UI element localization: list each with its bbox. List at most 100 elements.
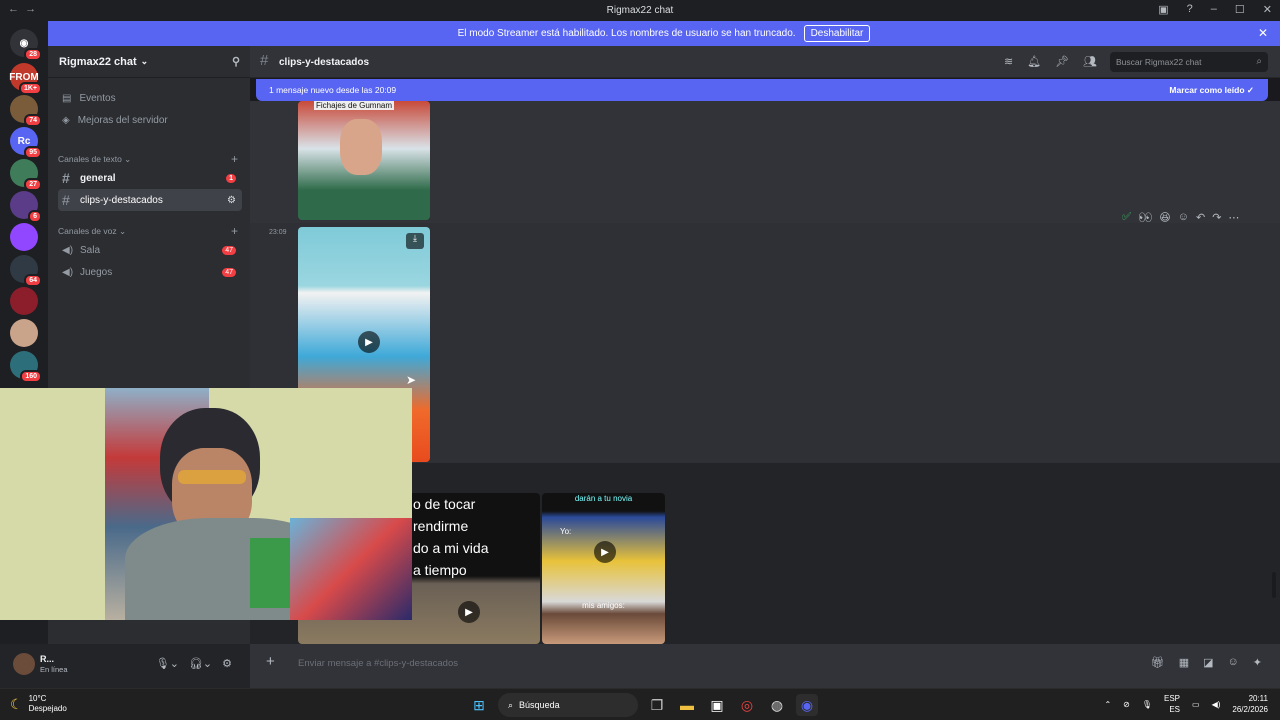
- more-icon[interactable]: ⋯: [1228, 211, 1239, 224]
- forward-icon[interactable]: ↷: [1212, 211, 1221, 224]
- mark-read-button[interactable]: Marcar como leído ✓: [1169, 85, 1254, 96]
- title-bar: ← → Rigmax22 chat ▣ ? – ☐ ✕: [0, 0, 1280, 21]
- server-icon[interactable]: Rc 95: [10, 127, 42, 159]
- hash-icon: #: [62, 192, 70, 208]
- taskbar-center: ⊞ ⌕ Búsqueda ❐ ▬ ▣ ◎ ◍ ◉: [468, 693, 818, 717]
- network-icon[interactable]: ⊘: [1123, 700, 1130, 709]
- reply-icon[interactable]: ↶: [1196, 211, 1205, 224]
- headphones-icon[interactable]: 🎧︎⌄: [189, 657, 212, 670]
- server-icon[interactable]: 74: [10, 95, 42, 127]
- bell-icon[interactable]: 🔔︎: [1027, 55, 1041, 68]
- server-header[interactable]: Rigmax22 chat ⌄ ⚲: [48, 46, 250, 78]
- message-timestamp: 23:09: [269, 229, 287, 236]
- sidebar-item-boosts[interactable]: ◈ Mejoras del servidor: [58, 109, 242, 131]
- new-messages-bar[interactable]: 1 mensaje nuevo desde las 20:09 Marcar c…: [256, 79, 1268, 101]
- minimize-button[interactable]: –: [1211, 3, 1217, 16]
- mouse-cursor-icon: ➤: [406, 373, 417, 387]
- play-icon[interactable]: ▶: [458, 601, 480, 623]
- avatar[interactable]: [13, 653, 35, 675]
- weather-widget[interactable]: ☾ 10°C Despejado: [10, 694, 67, 714]
- channel-general[interactable]: # general 1: [58, 167, 242, 189]
- server-icon[interactable]: 6: [10, 191, 42, 223]
- play-icon[interactable]: ▶: [594, 541, 616, 563]
- browser-icon[interactable]: ◍: [766, 694, 788, 716]
- apps-icon[interactable]: ✦: [1253, 656, 1262, 669]
- server-icon[interactable]: 27: [10, 159, 42, 191]
- discord-taskbar-icon[interactable]: ◉: [796, 694, 818, 716]
- invite-icon[interactable]: ⚲: [232, 55, 240, 68]
- close-button[interactable]: ✕: [1263, 3, 1272, 16]
- task-view-icon[interactable]: ❐: [646, 694, 668, 716]
- server-icon[interactable]: 160: [10, 351, 42, 383]
- home-button[interactable]: ◉ 28: [10, 29, 42, 61]
- sidebar-item-events[interactable]: ▤ Eventos: [58, 87, 242, 109]
- help-icon[interactable]: ?: [1187, 3, 1193, 16]
- server-badge: 27: [24, 178, 42, 191]
- channel-label: Juegos: [80, 266, 113, 278]
- file-explorer-icon[interactable]: ▬: [676, 694, 698, 716]
- store-icon[interactable]: ▣: [706, 694, 728, 716]
- sticker-icon[interactable]: ◪: [1203, 656, 1213, 669]
- server-badge: 6: [28, 210, 42, 223]
- taskbar-search-label: Búsqueda: [519, 700, 560, 710]
- add-channel-icon[interactable]: +: [231, 152, 238, 166]
- window-controls: ▣ ? – ☐ ✕: [1158, 3, 1272, 16]
- person-face: [340, 119, 382, 175]
- voice-category[interactable]: Canales de voz ⌄ +: [58, 224, 242, 238]
- clock[interactable]: 20:11 26/2/2026: [1232, 693, 1268, 715]
- disable-streamer-button[interactable]: Deshabilitar: [803, 25, 871, 42]
- emoji-icon[interactable]: ☺: [1228, 656, 1239, 669]
- chevron-up-icon[interactable]: ⌃: [1104, 700, 1111, 709]
- chrome-icon[interactable]: ◎: [736, 694, 758, 716]
- video-thumbnail-meme[interactable]: darán a tu novia Yo: mis amigos: ▶: [542, 493, 665, 644]
- threads-icon[interactable]: ≋: [1004, 55, 1013, 68]
- check-reaction-icon[interactable]: ✅︎: [1122, 211, 1131, 224]
- moon-icon: ☾: [10, 695, 23, 712]
- windows-taskbar: ☾ 10°C Despejado ⊞ ⌕ Búsqueda ❐ ▬ ▣ ◎ ◍ …: [0, 688, 1280, 720]
- channel-clips-y-destacados[interactable]: # clips-y-destacados ⚙: [58, 189, 242, 211]
- language-indicator[interactable]: ESP ES: [1164, 693, 1180, 715]
- start-icon[interactable]: ⊞: [468, 694, 490, 716]
- voice-channel-sala[interactable]: ◀) Sala 47: [58, 239, 242, 261]
- mic-tray-icon[interactable]: 🎙︎: [1142, 700, 1152, 709]
- eyes-reaction-icon[interactable]: 👀︎: [1138, 211, 1152, 224]
- add-attachment-icon[interactable]: +: [266, 653, 275, 670]
- search-icon: ⌕: [1256, 56, 1262, 67]
- scrollbar-thumb[interactable]: [1272, 572, 1276, 598]
- video-text-line: rendirme: [413, 518, 469, 534]
- laugh-reaction-icon[interactable]: 😆︎: [1159, 211, 1170, 224]
- server-badge: 160: [20, 370, 42, 383]
- message-input[interactable]: Enviar mensaje a #clips-y-destacados: [298, 658, 458, 669]
- members-icon[interactable]: 👥︎: [1083, 55, 1097, 68]
- gif-icon[interactable]: ▦: [1179, 656, 1189, 669]
- server-icon[interactable]: [10, 287, 38, 315]
- server-icon[interactable]: [10, 223, 38, 251]
- download-icon[interactable]: ⤓: [406, 233, 424, 249]
- taskbar-search[interactable]: ⌕ Búsqueda: [498, 693, 638, 717]
- text-category[interactable]: Canales de texto ⌄ +: [58, 152, 242, 166]
- home-badge: 28: [24, 48, 42, 61]
- search-input[interactable]: Buscar Rigmax22 chat ⌕: [1110, 52, 1268, 72]
- gift-icon[interactable]: 🎁︎: [1151, 656, 1165, 669]
- settings-gear-icon[interactable]: ⚙: [222, 657, 232, 670]
- composer-actions: 🎁︎ ▦ ◪ ☺ ✦: [1151, 656, 1262, 669]
- monitor-icon[interactable]: ▭: [1192, 700, 1200, 709]
- meme-caption-top: darán a tu novia: [574, 494, 633, 503]
- pin-icon[interactable]: 📌︎: [1055, 55, 1069, 68]
- play-icon[interactable]: ▶: [358, 331, 380, 353]
- server-icon[interactable]: FROM 1K+: [9, 63, 42, 95]
- inbox-icon[interactable]: ▣: [1158, 3, 1168, 16]
- channel-settings-icon[interactable]: ⚙: [227, 195, 236, 206]
- voice-channel-juegos[interactable]: ◀) Juegos 47: [58, 261, 242, 283]
- add-voice-channel-icon[interactable]: +: [231, 224, 238, 238]
- add-reaction-icon[interactable]: ☺: [1178, 211, 1189, 224]
- maximize-button[interactable]: ☐: [1235, 3, 1245, 16]
- server-icon[interactable]: [10, 319, 38, 347]
- close-icon[interactable]: ✕: [1258, 26, 1268, 40]
- header-actions: ≋ 🔔︎ 📌︎ 👥︎: [1004, 55, 1097, 68]
- discord-icon: ◉: [19, 37, 29, 49]
- volume-icon[interactable]: ◀): [1212, 700, 1221, 709]
- microphone-icon[interactable]: 🎙︎⌄: [156, 657, 179, 670]
- server-icon[interactable]: 64: [10, 255, 42, 287]
- video-thumbnail-top[interactable]: Fichajes de Gumnam: [298, 101, 430, 220]
